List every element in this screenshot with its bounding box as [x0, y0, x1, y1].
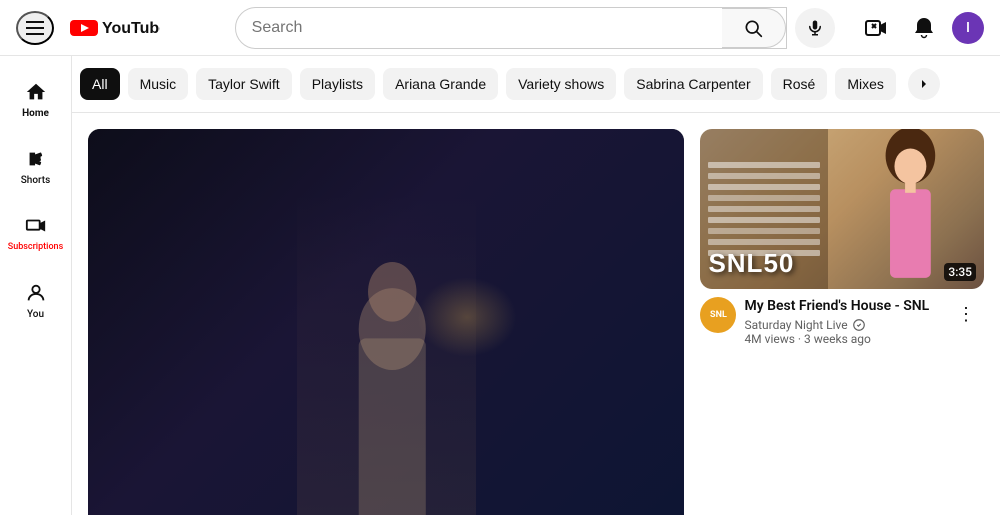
chip-mixes[interactable]: Mixes: [835, 68, 896, 100]
main-layout: Home Shorts Subscriptions: [0, 56, 1000, 515]
sidebar-label-subscriptions: Subscriptions: [8, 242, 63, 253]
video-card-snl[interactable]: SNL50 3:35 SNL My Best Friend's House - …: [700, 129, 984, 515]
snl-channel: Saturday Night Live: [744, 318, 940, 332]
sidebar-item-shorts[interactable]: Shorts: [0, 135, 71, 198]
chip-rose[interactable]: Rosé: [771, 68, 828, 100]
duration-badge: 3:35: [944, 263, 976, 281]
sidebar-label-home: Home: [22, 108, 49, 119]
chip-taylor-swift[interactable]: Taylor Swift: [196, 68, 292, 100]
search-bar: [235, 7, 787, 49]
video-grid: Monthly audits, 100% asset backed Sponso…: [72, 113, 1000, 481]
create-button[interactable]: [856, 8, 896, 48]
sidebar: Home Shorts Subscriptions: [0, 56, 72, 515]
search-button[interactable]: [722, 8, 786, 48]
you-icon: [25, 281, 47, 305]
svg-text:YouTube: YouTube: [102, 20, 160, 37]
shorts-icon: [25, 147, 47, 171]
snl-more-button[interactable]: ⋮: [948, 297, 984, 333]
verified-icon: [852, 318, 866, 332]
header-left: YouTube: [16, 11, 216, 45]
search-input[interactable]: [236, 8, 722, 48]
snl-stats: 4M views · 3 weeks ago: [744, 332, 940, 346]
avatar[interactable]: I: [952, 12, 984, 44]
home-icon: [25, 80, 47, 104]
channel-icon-snl: SNL: [700, 297, 736, 333]
sidebar-label-shorts: Shorts: [21, 175, 51, 186]
chip-music[interactable]: Music: [128, 68, 189, 100]
snl-thumbnail: SNL50 3:35: [700, 129, 984, 289]
content-area: All Music Taylor Swift Playlists Ariana …: [72, 56, 1000, 515]
snl-meta: My Best Friend's House - SNL Saturday Ni…: [744, 297, 940, 347]
hamburger-button[interactable]: [16, 11, 54, 45]
header-right: I: [856, 8, 984, 48]
chip-ariana-grande[interactable]: Ariana Grande: [383, 68, 498, 100]
mic-button[interactable]: [795, 8, 835, 48]
chip-playlists[interactable]: Playlists: [300, 68, 375, 100]
chip-all[interactable]: All: [80, 68, 120, 100]
sidebar-label-you: You: [27, 309, 44, 320]
sidebar-item-you[interactable]: You: [0, 269, 71, 332]
youtube-logo-icon: YouTube: [70, 18, 160, 38]
notifications-button[interactable]: [904, 8, 944, 48]
snl-title: My Best Friend's House - SNL: [744, 297, 940, 317]
snl-video-info: SNL My Best Friend's House - SNL Saturda…: [700, 289, 984, 347]
subscriptions-icon: [25, 214, 47, 238]
filter-next-button[interactable]: [908, 68, 940, 100]
header: YouTube: [0, 0, 1000, 56]
filter-bar: All Music Taylor Swift Playlists Ariana …: [72, 56, 1000, 113]
chip-variety-shows[interactable]: Variety shows: [506, 68, 616, 100]
video-card-ad[interactable]: Monthly audits, 100% asset backed Sponso…: [88, 129, 684, 515]
search-container: [235, 7, 835, 49]
sidebar-item-home[interactable]: Home: [0, 68, 71, 131]
chip-sabrina-carpenter[interactable]: Sabrina Carpenter: [624, 68, 762, 100]
ad-thumbnail: [88, 129, 684, 515]
youtube-logo[interactable]: YouTube: [70, 18, 160, 38]
sidebar-item-subscriptions[interactable]: Subscriptions: [0, 202, 71, 265]
